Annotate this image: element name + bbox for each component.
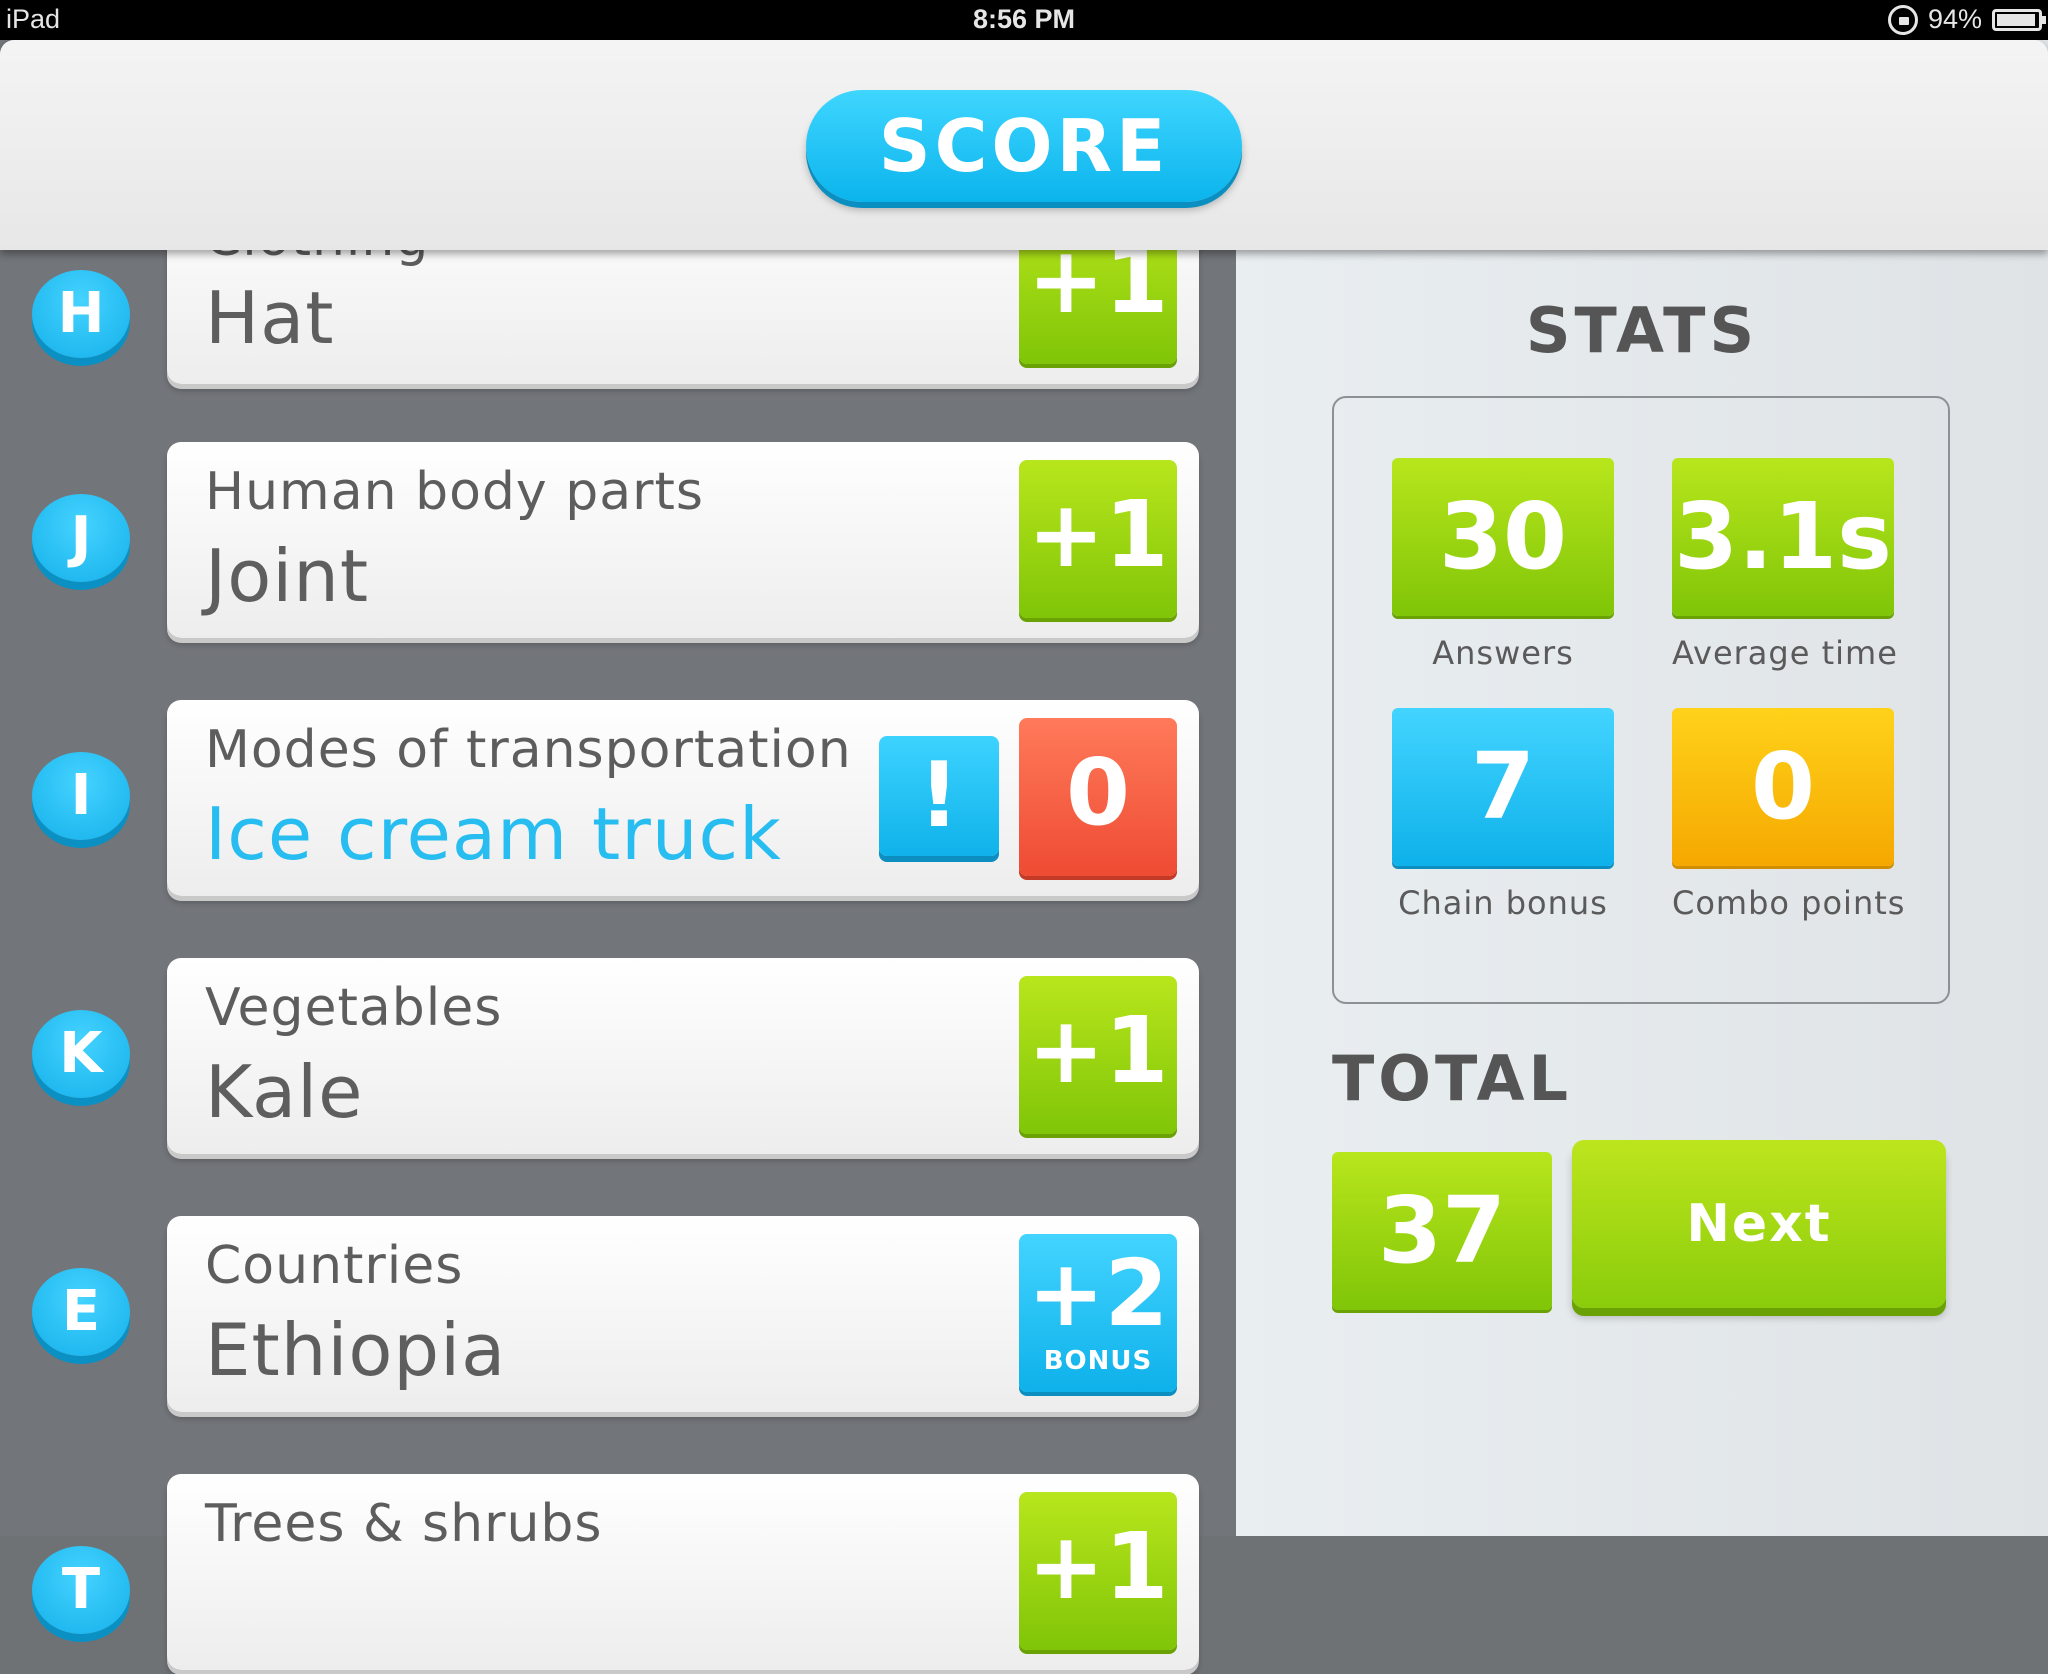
letter-bubble: J: [32, 494, 130, 582]
category-label: Modes of transportation: [205, 720, 852, 780]
chain-bonus-value: 7: [1392, 708, 1614, 866]
answer-label: Ice cream truck: [205, 792, 782, 876]
average-time-value: 3.1s: [1672, 458, 1894, 616]
points-value: +2: [1027, 1240, 1169, 1347]
average-time-label: Average time: [1672, 634, 1898, 672]
stat-answers: 30 Answers: [1392, 458, 1614, 672]
answer-card: Trees & shrubs +1: [167, 1474, 1199, 1670]
header-bar: SCORE: [0, 40, 2048, 250]
letter-bubble: K: [32, 1010, 130, 1098]
answer-label: Hat: [205, 276, 335, 360]
answers-label: Answers: [1432, 634, 1574, 672]
total-value: 37: [1332, 1152, 1552, 1310]
bonus-points-badge: +2 BONUS: [1019, 1234, 1177, 1392]
answer-label: Ethiopia: [205, 1308, 507, 1392]
answer-label: Joint: [205, 534, 370, 618]
points-badge: +1: [1019, 1492, 1177, 1650]
answer-card: Modes of transportation Ice cream truck …: [167, 700, 1199, 896]
letter-bubble: H: [32, 270, 130, 358]
answer-label: Kale: [205, 1050, 364, 1134]
answer-card: Vegetables Kale +1: [167, 958, 1199, 1154]
letter-bubble: E: [32, 1268, 130, 1356]
stats-box: 30 Answers 3.1s Average time 7 Chain bon…: [1332, 396, 1950, 1004]
clock: 8:56 PM: [972, 4, 1076, 34]
letter-bubble: T: [32, 1546, 130, 1634]
category-label: Countries: [205, 1236, 464, 1296]
battery-percent: 94%: [1927, 4, 1982, 34]
points-badge: +1: [1019, 460, 1177, 618]
status-bar: iPad 8:56 PM 94%: [0, 0, 2048, 40]
list-item: K Vegetables Kale +1: [0, 958, 1236, 1158]
letter-bubble: I: [32, 752, 130, 840]
page-title: SCORE: [806, 90, 1242, 202]
stat-combo-points: 0 Combo points: [1672, 708, 1906, 922]
next-button[interactable]: Next: [1572, 1140, 1946, 1308]
list-item: E Countries Ethiopia +2 BONUS: [0, 1216, 1236, 1416]
category-label: Vegetables: [205, 978, 503, 1038]
list-item: I Modes of transportation Ice cream truc…: [0, 700, 1236, 900]
bonus-label: BONUS: [1043, 1346, 1153, 1376]
category-label: Trees & shrubs: [205, 1494, 603, 1554]
list-item: J Human body parts Joint +1: [0, 442, 1236, 642]
answers-value: 30: [1392, 458, 1614, 616]
answer-card: Countries Ethiopia +2 BONUS: [167, 1216, 1199, 1412]
battery-icon: [1992, 8, 2046, 31]
category-label: Human body parts: [205, 462, 704, 522]
list-item: T Trees & shrubs +1: [0, 1474, 1236, 1674]
combo-points-label: Combo points: [1672, 884, 1906, 922]
status-right: 94%: [1887, 4, 2046, 35]
combo-points-value: 0: [1672, 708, 1894, 866]
stats-title: STATS: [1525, 294, 1759, 367]
chain-bonus-label: Chain bonus: [1398, 884, 1608, 922]
points-badge: +1: [1019, 976, 1177, 1134]
stat-chain-bonus: 7 Chain bonus: [1392, 708, 1614, 922]
rotation-lock-icon: [1887, 4, 1918, 35]
total-title: TOTAL: [1332, 1042, 1572, 1115]
challenge-button[interactable]: !: [879, 736, 999, 856]
points-badge: 0: [1019, 718, 1177, 876]
answer-card: Human body parts Joint +1: [167, 442, 1199, 638]
stat-average-time: 3.1s Average time: [1672, 458, 1898, 672]
